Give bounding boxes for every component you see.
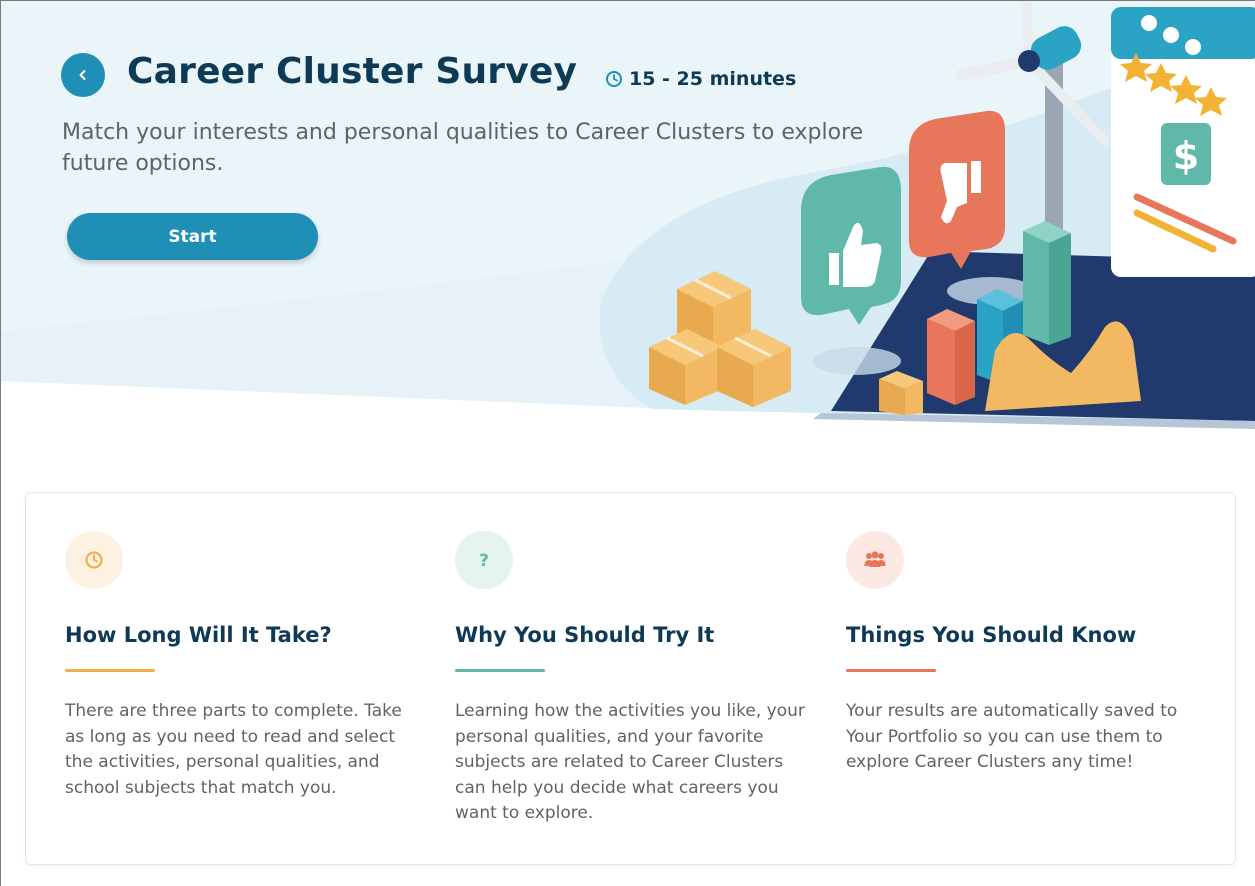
things-know-icon-badge [846,531,904,589]
things-know-text: Your results are automatically saved to … [846,701,1178,772]
info-item-how-long: How Long Will It Take? There are three p… [65,493,425,864]
page-title: Career Cluster Survey [127,51,578,92]
info-item-things-know: Things You Should Know Your results are … [846,493,1206,864]
why-try-text: Learning how the activities you like, yo… [455,701,805,823]
chevron-left-icon [79,70,86,80]
things-know-heading: Things You Should Know [846,623,1137,647]
how-long-heading: How Long Will It Take? [65,623,332,647]
subtitle-line-1: Match your interests and personal qualit… [62,120,864,145]
duration-badge: 15 - 25 minutes [605,68,796,90]
info-card: How Long Will It Take? There are three p… [25,492,1236,865]
why-try-icon-badge: ? [455,531,513,589]
how-long-text: There are three parts to complete. Take … [65,701,402,798]
how-long-underline [65,669,155,672]
start-button[interactable]: Start [67,213,318,260]
why-try-underline [455,669,545,672]
svg-text:$: $ [1173,134,1199,178]
how-long-icon-badge [65,531,123,589]
why-try-heading: Why You Should Try It [455,623,715,647]
hero-banner: $ Career Cluster Survey 15 - 25 minutes … [1,1,1255,431]
page-frame: $ Career Cluster Survey 15 - 25 minutes … [0,0,1255,886]
users-icon [864,551,886,567]
question-icon: ? [479,551,489,570]
page-subtitle: Match your interests and personal qualit… [62,117,902,179]
svg-text:?: ? [479,551,489,570]
subtitle-line-2: future options. [62,151,224,176]
clock-icon [85,551,103,569]
things-know-underline [846,669,936,672]
clock-icon [606,71,622,87]
back-button[interactable] [61,53,105,97]
info-item-why-try: ? Why You Should Try It Learning how the… [455,493,815,864]
duration-text: 15 - 25 minutes [629,68,797,90]
